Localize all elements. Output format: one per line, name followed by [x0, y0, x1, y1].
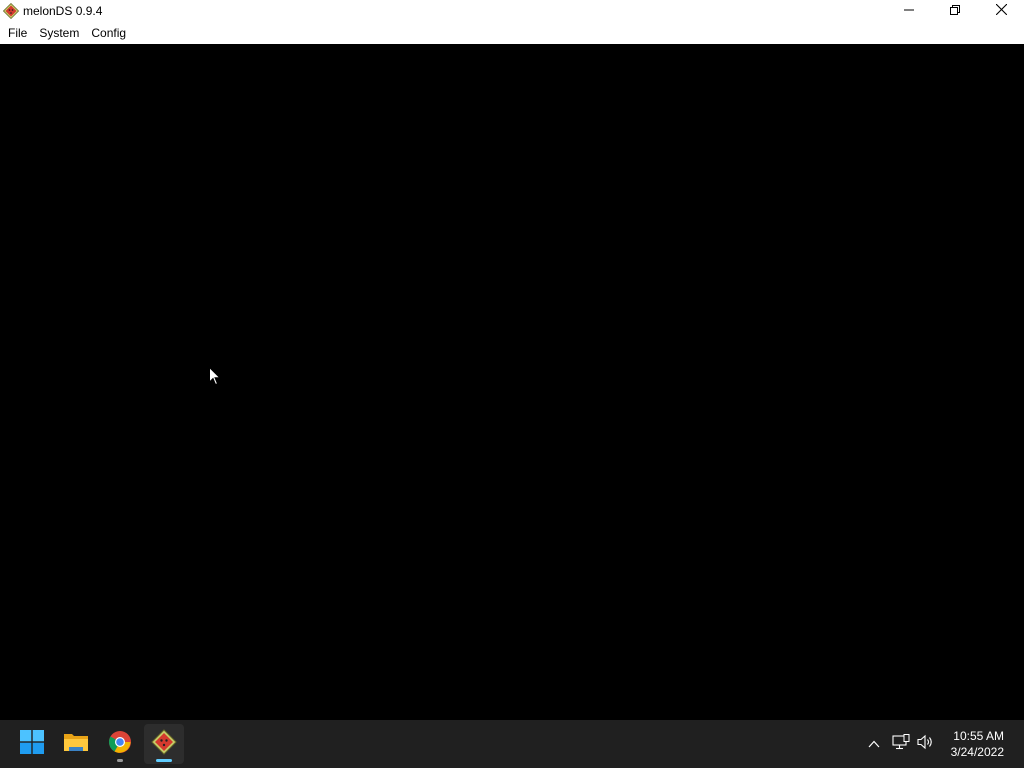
start-button[interactable] — [12, 724, 52, 764]
clock-date: 3/24/2022 — [950, 745, 1004, 759]
taskbar-chrome[interactable] — [100, 724, 140, 764]
taskbar-file-explorer[interactable] — [56, 724, 96, 764]
emulator-display[interactable] — [0, 44, 1024, 720]
minimize-icon — [904, 2, 914, 20]
clock[interactable]: 10:55 AM 3/24/2022 — [951, 728, 1004, 760]
screen: melonDS 0.9.4 File System Config 10:55 A… — [0, 0, 1024, 768]
active-indicator — [156, 759, 172, 762]
restore-button[interactable] — [932, 0, 978, 22]
close-button[interactable] — [978, 0, 1024, 22]
restore-icon — [950, 2, 960, 20]
running-indicator — [117, 759, 123, 762]
melonds-icon — [151, 728, 177, 760]
volume-icon — [917, 734, 935, 755]
close-icon — [995, 2, 1007, 20]
network-icon — [892, 733, 910, 755]
windows-start-icon — [20, 729, 44, 759]
folder-icon — [63, 731, 89, 758]
show-hidden-icons-button[interactable] — [864, 734, 884, 754]
chevron-up-icon — [868, 735, 880, 753]
clock-time: 10:55 AM — [953, 729, 1004, 743]
menu-config[interactable]: Config — [85, 22, 132, 44]
title-bar[interactable]: melonDS 0.9.4 — [0, 0, 1024, 22]
menu-bar: File System Config — [0, 22, 1024, 44]
taskbar-melonds[interactable] — [144, 724, 184, 764]
window-controls — [886, 0, 1024, 22]
menu-file[interactable]: File — [0, 22, 33, 44]
network-button[interactable] — [891, 733, 911, 755]
melonds-icon — [3, 3, 19, 19]
chrome-icon — [108, 730, 132, 759]
mouse-pointer-icon — [209, 366, 222, 391]
volume-button[interactable] — [916, 734, 936, 754]
taskbar: 10:55 AM 3/24/2022 — [0, 720, 1024, 768]
menu-system[interactable]: System — [33, 22, 85, 44]
minimize-button[interactable] — [886, 0, 932, 22]
window-title: melonDS 0.9.4 — [23, 4, 103, 18]
